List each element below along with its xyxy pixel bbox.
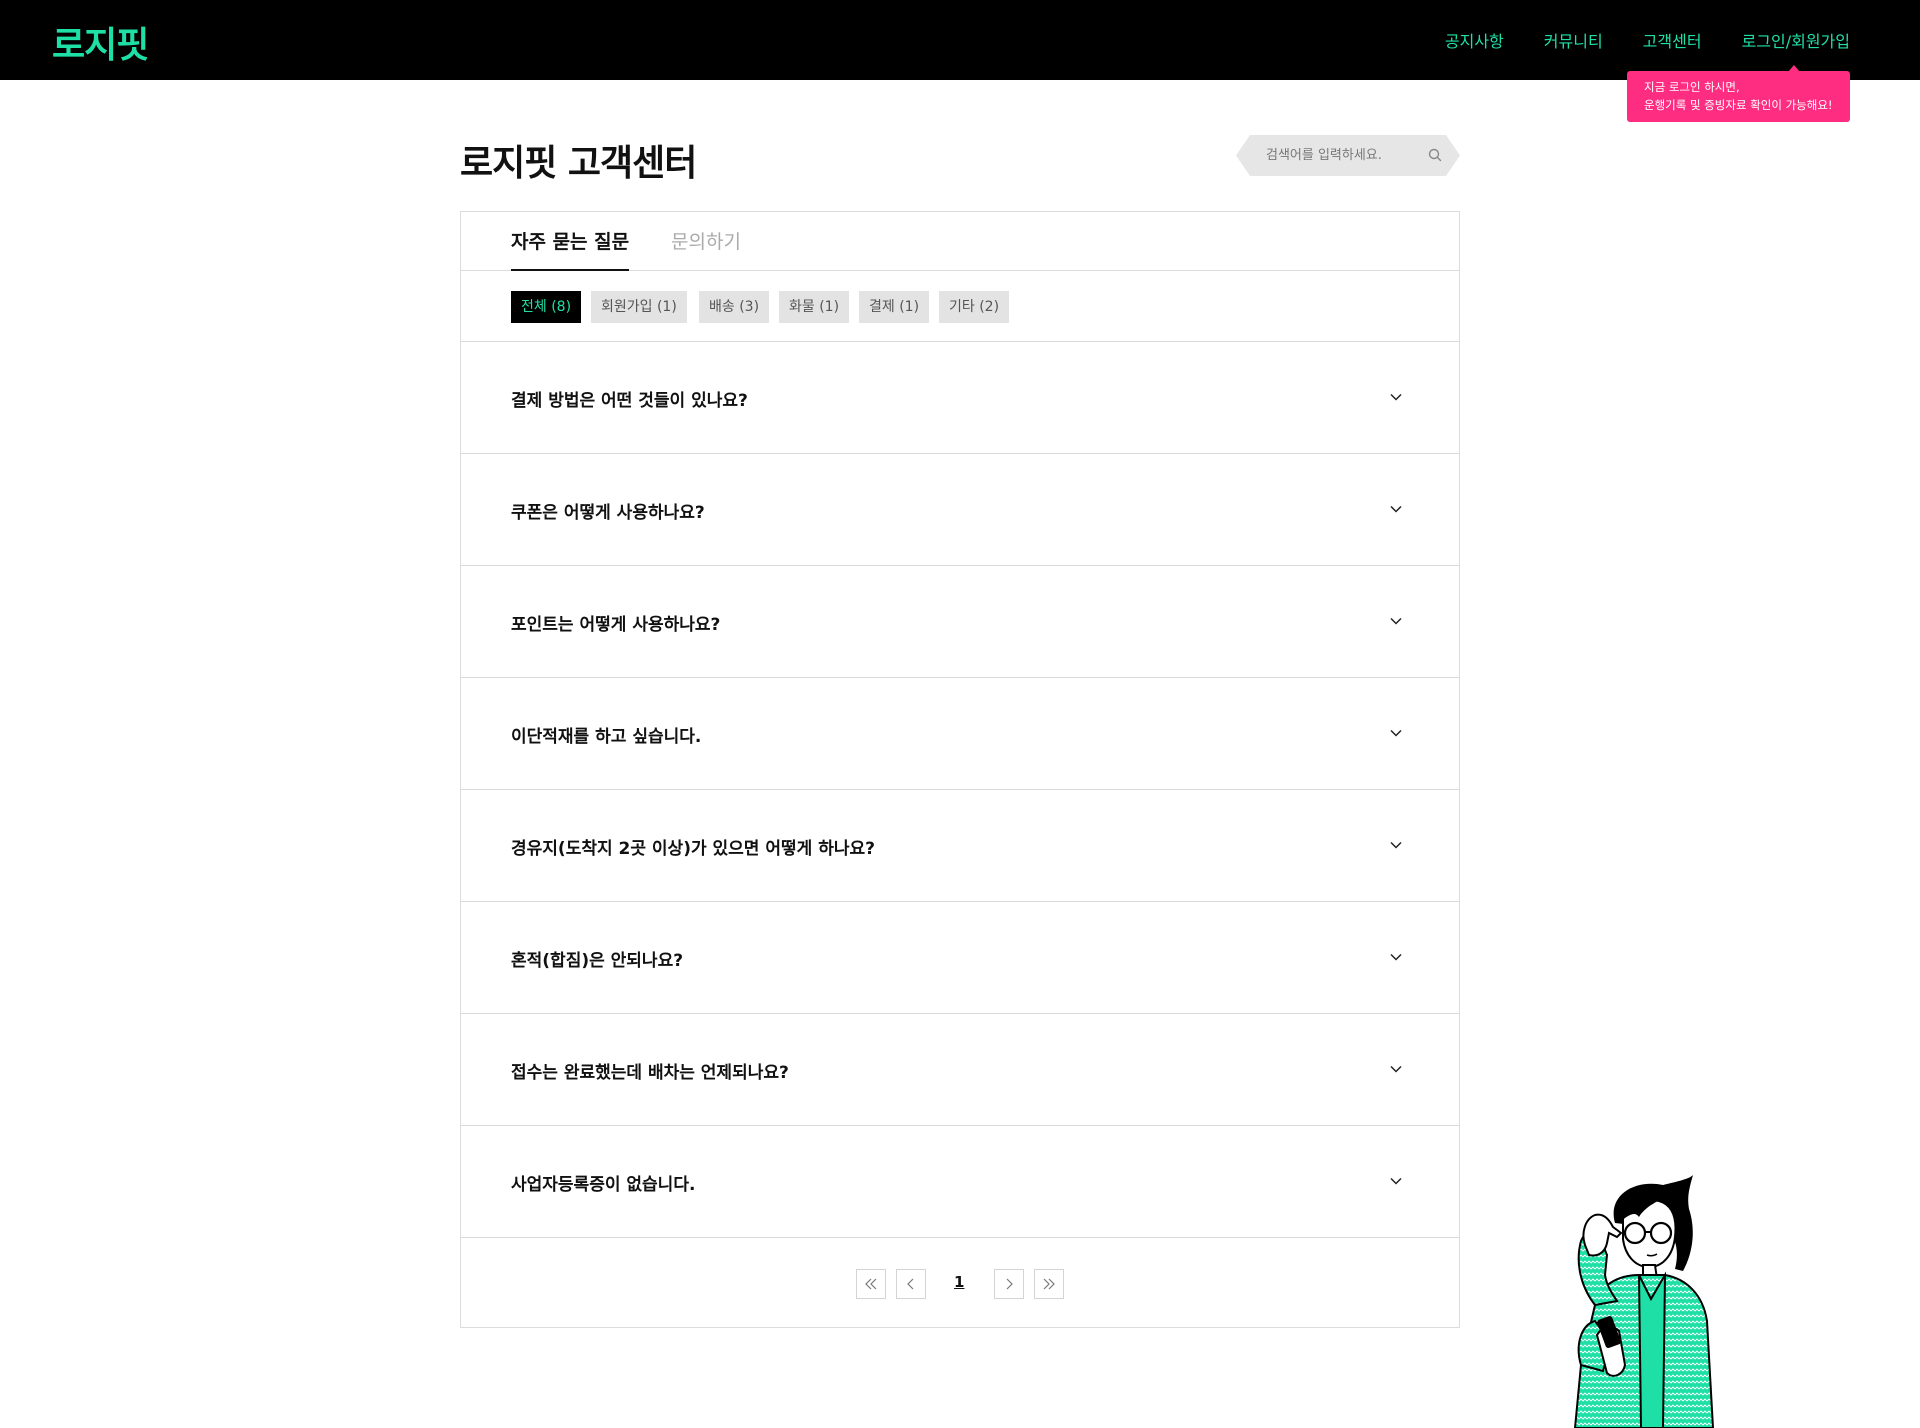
filter-delivery[interactable]: 배송 (3) [699,291,770,323]
faq-question: 경유지(도착지 2곳 이상)가 있으면 어떻게 하나요? [511,839,875,859]
faq-panel: 자주 묻는 질문 문의하기 전체 (8) 회원가입 (1) 배송 (3) 화물 … [460,211,1460,1328]
filter-all[interactable]: 전체 (8) [511,291,582,323]
double-chevron-right-icon [1043,1278,1055,1290]
chevron-right-icon [1006,1278,1013,1290]
page-title: 로지핏 고객센터 [460,143,697,184]
tab-bar: 자주 묻는 질문 문의하기 [461,212,1459,271]
chevron-down-icon[interactable] [1389,1174,1403,1188]
double-chevron-left-icon [865,1278,877,1290]
chevron-down-icon[interactable] [1389,390,1403,404]
faq-item[interactable]: 경유지(도착지 2곳 이상)가 있으면 어떻게 하나요? [461,790,1459,902]
faq-question: 포인트는 어떻게 사용하나요? [511,615,721,635]
logo[interactable]: 로지핏 [52,16,149,68]
current-page-number[interactable]: 1 [954,1273,964,1291]
tooltip-line-1: 지금 로그인 하시면, [1644,80,1740,94]
faq-list: 결제 방법은 어떤 것들이 있나요? 쿠폰은 어떻게 사용하나요? 포인트는 어… [461,342,1459,1238]
chevron-down-icon[interactable] [1389,614,1403,628]
last-page-button[interactable] [1034,1269,1064,1299]
faq-question: 쿠폰은 어떻게 사용하나요? [511,503,705,523]
nav-community[interactable]: 커뮤니티 [1544,28,1603,52]
faq-item[interactable]: 사업자등록증이 없습니다. [461,1126,1459,1238]
chevron-down-icon[interactable] [1389,950,1403,964]
faq-question: 이단적재를 하고 싶습니다. [511,727,702,747]
nav-notice[interactable]: 공지사항 [1445,28,1504,52]
tooltip-line-2: 운행기록 및 증빙자료 확인이 가능해요! [1644,98,1833,112]
pagination: 1 [461,1238,1459,1328]
category-filters: 전체 (8) 회원가입 (1) 배송 (3) 화물 (1) 결제 (1) 기타 … [461,271,1459,342]
search-icon[interactable] [1427,147,1443,163]
tab-faq[interactable]: 자주 묻는 질문 [511,227,630,271]
filter-etc[interactable]: 기타 (2) [939,291,1010,323]
faq-question: 접수는 완료했는데 배차는 언제되나요? [511,1063,789,1083]
search-input[interactable] [1266,143,1416,167]
search-box [1236,135,1460,176]
faq-item[interactable]: 쿠폰은 어떻게 사용하나요? [461,454,1459,566]
chevron-down-icon[interactable] [1389,838,1403,852]
faq-item[interactable]: 포인트는 어떻게 사용하나요? [461,566,1459,678]
filter-signup[interactable]: 회원가입 (1) [591,291,687,323]
faq-item[interactable]: 결제 방법은 어떤 것들이 있나요? [461,342,1459,454]
character-illustration [1573,1175,1715,1428]
faq-item[interactable]: 이단적재를 하고 싶습니다. [461,678,1459,790]
next-page-button[interactable] [994,1269,1024,1299]
faq-item[interactable]: 혼적(합짐)은 안되나요? [461,902,1459,1014]
login-tooltip: 지금 로그인 하시면, 운행기록 및 증빙자료 확인이 가능해요! [1627,65,1850,122]
first-page-button[interactable] [856,1269,886,1299]
chevron-down-icon[interactable] [1389,502,1403,516]
faq-question: 혼적(합짐)은 안되나요? [511,951,684,971]
faq-question: 결제 방법은 어떤 것들이 있나요? [511,391,748,411]
chevron-down-icon[interactable] [1389,726,1403,740]
nav-customer-center[interactable]: 고객센터 [1643,28,1702,52]
faq-item[interactable]: 접수는 완료했는데 배차는 언제되나요? [461,1014,1459,1126]
chevron-down-icon[interactable] [1389,1062,1403,1076]
top-header: 로지핏 공지사항 커뮤니티 고객센터 로그인/회원가입 [0,0,1920,80]
faq-question: 사업자등록증이 없습니다. [511,1175,696,1195]
tab-inquiry[interactable]: 문의하기 [671,227,741,271]
filter-payment[interactable]: 결제 (1) [859,291,930,323]
prev-page-button[interactable] [896,1269,926,1299]
main-nav: 공지사항 커뮤니티 고객센터 로그인/회원가입 [1445,28,1850,52]
filter-cargo[interactable]: 화물 (1) [779,291,850,323]
chevron-left-icon [907,1278,914,1290]
nav-login-signup[interactable]: 로그인/회원가입 [1742,28,1850,52]
